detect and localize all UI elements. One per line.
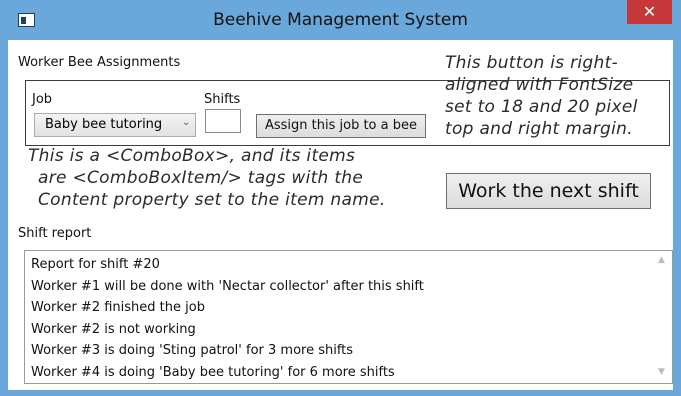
app-window: Beehive Management System ✕ Worker Bee A… [0,0,681,396]
window-content: Worker Bee Assignments Job Baby bee tuto… [8,40,673,390]
button-annotation-line: aligned with FontSize [445,75,634,95]
work-next-shift-button[interactable]: Work the next shift [446,173,651,209]
close-button[interactable]: ✕ [627,0,672,24]
report-line: Worker #1 will be done with 'Nectar coll… [31,278,424,294]
shift-report-content: Report for shift #20 Worker #1 will be d… [31,254,651,383]
combobox-annotation-line: are <ComboBoxItem/> tags with the [38,168,364,188]
report-line: Worker #2 is not working [31,321,196,337]
combobox-annotation-line: This is a <ComboBox>, and its items [28,146,356,166]
shifts-label: Shifts [204,92,241,107]
report-line: Worker #2 finished the job [31,300,205,315]
title-bar[interactable]: Beehive Management System ✕ [0,0,681,40]
job-combobox-value: Baby bee tutoring [45,117,163,132]
assign-job-button[interactable]: Assign this job to a bee [256,114,426,138]
button-annotation-line: set to 18 and 20 pixel [445,97,638,117]
button-annotation-line: top and right margin. [445,119,633,139]
job-label: Job [32,92,53,107]
chevron-down-icon: ⌄ [182,117,191,128]
combobox-annotation: This is a <ComboBox>, and its items are … [28,145,386,211]
shift-report-textbox[interactable]: Report for shift #20 Worker #1 will be d… [24,250,673,384]
button-annotation-line: This button is right- [445,53,618,73]
report-scrollbar[interactable]: ▲ ▼ [655,251,672,383]
report-line: Worker #3 is doing 'Sting patrol' for 3 … [31,343,354,358]
report-line: Worker #4 is doing 'Baby bee tutoring' f… [31,364,395,380]
report-line: Report for shift #20 [31,257,160,272]
scroll-up-icon[interactable]: ▲ [658,255,665,265]
combobox-annotation-line: Content property set to the item name. [38,190,386,210]
job-combobox[interactable]: Baby bee tutoring ⌄ [34,113,196,137]
shifts-input[interactable] [205,109,241,133]
button-annotation: This button is right- aligned with FontS… [445,52,638,140]
scroll-down-icon[interactable]: ▼ [658,367,665,377]
assignments-group-label: Worker Bee Assignments [18,55,181,70]
window-title: Beehive Management System [213,10,468,30]
shift-report-label: Shift report [18,226,92,241]
